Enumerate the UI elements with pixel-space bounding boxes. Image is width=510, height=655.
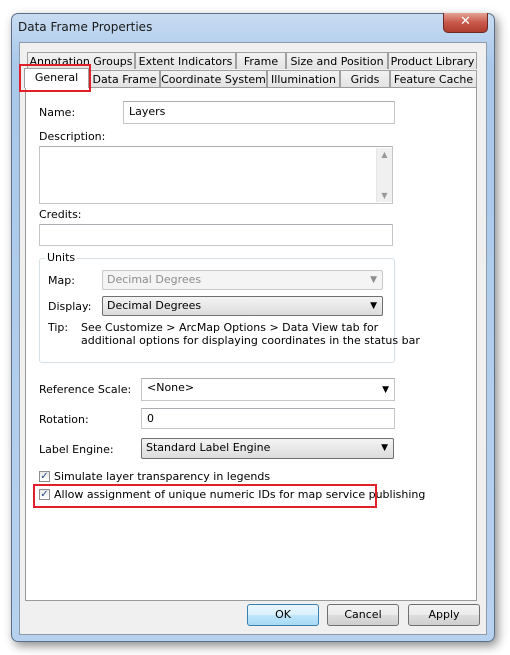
dropdown-arrow-icon: ▼ <box>381 443 388 453</box>
description-textarea[interactable] <box>39 146 393 204</box>
cancel-button[interactable]: Cancel <box>327 604 399 626</box>
map-units-select: Decimal Degrees ▼ <box>102 270 383 290</box>
description-label: Description: <box>39 130 106 143</box>
tip-text-line2: additional options for displaying coordi… <box>81 334 420 347</box>
window-title: Data Frame Properties <box>18 20 153 34</box>
reference-scale-combobox[interactable]: <None> ▼ <box>141 378 395 401</box>
tip-text-line1: See Customize > ArcMap Options > Data Vi… <box>81 321 379 334</box>
dropdown-arrow-icon: ▼ <box>370 301 377 311</box>
name-label: Name: <box>39 106 76 119</box>
units-group-title: Units <box>45 251 78 264</box>
tab-grids[interactable]: Grids <box>340 70 390 87</box>
display-units-select[interactable]: Decimal Degrees ▼ <box>102 296 383 316</box>
name-input[interactable]: Layers <box>123 101 395 124</box>
tab-feature-cache[interactable]: Feature Cache <box>390 70 477 87</box>
scroll-up-icon[interactable]: ▲ <box>377 150 392 159</box>
map-units-label: Map: <box>48 274 75 287</box>
label-engine-select[interactable]: Standard Label Engine ▼ <box>141 438 394 459</box>
tab-coordinate-system[interactable]: Coordinate System <box>160 70 267 87</box>
highlight-general-tab <box>19 64 91 92</box>
rotation-input[interactable]: 0 <box>141 408 395 429</box>
label-engine-label: Label Engine: <box>39 443 114 456</box>
reference-scale-value: <None> <box>147 381 195 394</box>
credits-input[interactable] <box>39 224 393 246</box>
tab-frame[interactable]: Frame <box>236 52 286 69</box>
rotation-label: Rotation: <box>39 413 89 426</box>
simulate-transparency-checkbox[interactable]: ✓ <box>39 471 50 482</box>
apply-button[interactable]: Apply <box>408 604 480 626</box>
tab-data-frame[interactable]: Data Frame <box>89 70 160 87</box>
tip-label: Tip: <box>48 321 69 334</box>
tab-product-library[interactable]: Product Library <box>388 52 477 69</box>
description-scrollbar[interactable]: ▲ ▼ <box>376 148 392 202</box>
reference-scale-label: Reference Scale: <box>39 383 132 396</box>
display-units-label: Display: <box>48 300 92 313</box>
tab-extent-indicators[interactable]: Extent Indicators <box>135 52 236 69</box>
simulate-transparency-label[interactable]: Simulate layer transparency in legends <box>54 470 270 483</box>
ok-button[interactable]: OK <box>247 604 319 626</box>
credits-label: Credits: <box>39 208 82 221</box>
map-units-value: Decimal Degrees <box>107 273 202 286</box>
close-icon: ✕ <box>460 14 471 29</box>
highlight-allow-ids <box>33 484 377 508</box>
label-engine-value: Standard Label Engine <box>146 441 271 454</box>
dropdown-arrow-icon: ▼ <box>370 275 377 285</box>
close-button[interactable]: ✕ <box>443 13 488 33</box>
scroll-down-icon[interactable]: ▼ <box>377 191 392 200</box>
tab-size-and-position[interactable]: Size and Position <box>286 52 388 69</box>
display-units-value: Decimal Degrees <box>107 299 202 312</box>
dropdown-arrow-icon[interactable]: ▼ <box>382 381 389 399</box>
tab-illumination[interactable]: Illumination <box>267 70 340 87</box>
